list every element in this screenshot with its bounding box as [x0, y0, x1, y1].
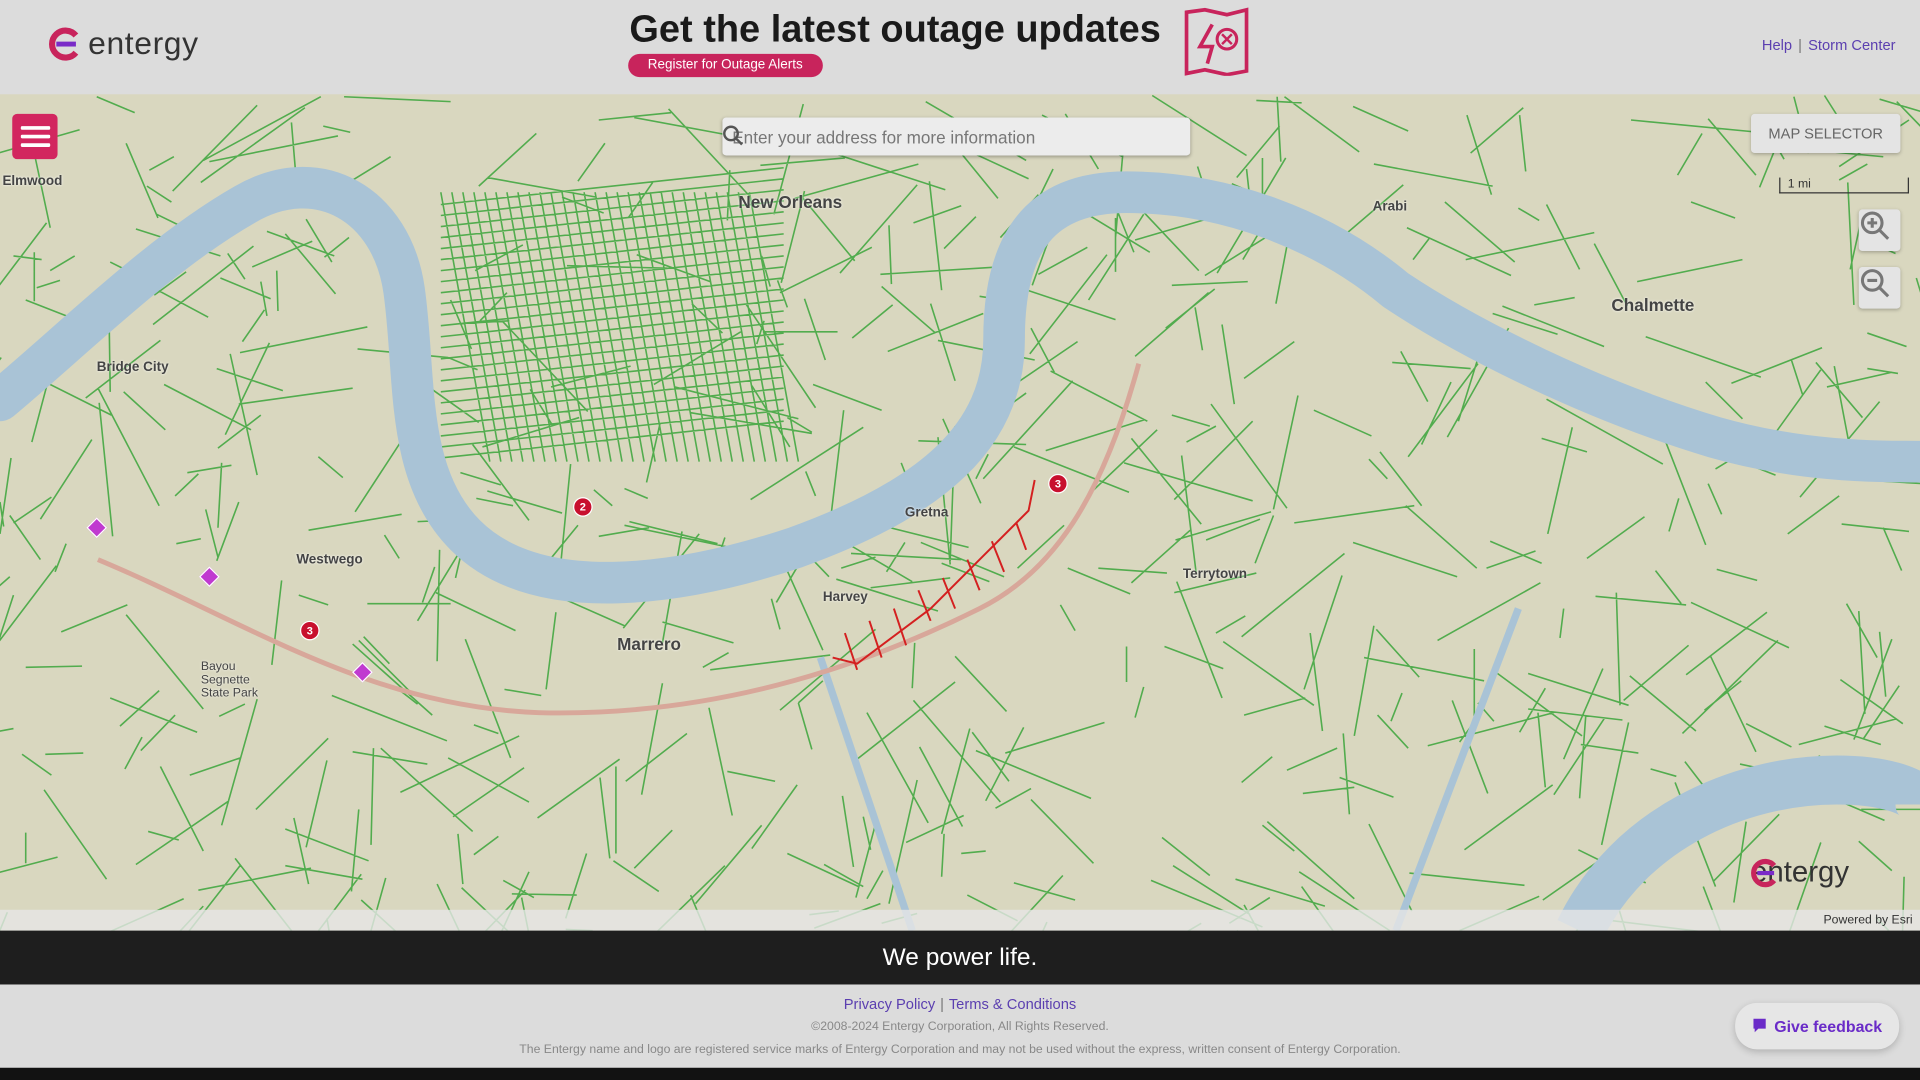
legal-notice: The Entergy name and logo are registered… [519, 1043, 1401, 1057]
place-label: Bayou Segnette State Park [200, 660, 259, 701]
place-label: Terrytown [1182, 566, 1247, 582]
copyright: ©2008-2024 Entergy Corporation, All Righ… [811, 1020, 1109, 1034]
outage-marker[interactable]: 3 [1048, 473, 1068, 494]
attribution-bar: Powered by Esri [0, 909, 1920, 931]
power-lines [0, 94, 1920, 931]
canal [816, 656, 916, 931]
page: entergy Get the latest outage updates Re… [0, 0, 1920, 1080]
outage-marker[interactable]: 3 [300, 620, 320, 641]
privacy-policy-link[interactable]: Privacy Policy [844, 996, 935, 1013]
mississippi-river [0, 167, 1920, 604]
chat-icon [1753, 1018, 1766, 1033]
entergy-mark-icon [1751, 858, 1777, 888]
place-label: Harvey [822, 590, 868, 605]
map-watermark-logo: entergy [1751, 856, 1849, 890]
address-search[interactable] [722, 117, 1191, 156]
place-label: Arabi [1372, 199, 1408, 215]
top-links: Help | Storm Center [1762, 37, 1896, 54]
entergy-mark-icon [49, 26, 79, 60]
logo-text: entergy [88, 24, 199, 62]
place-label: New Orleans [738, 192, 843, 212]
power-line-network [0, 94, 1920, 931]
header: entergy Get the latest outage updates Re… [0, 0, 1920, 95]
give-feedback-button[interactable]: Give feedback [1735, 1002, 1900, 1050]
bottom-bar [0, 1067, 1920, 1080]
zoom-in-button[interactable] [1858, 209, 1901, 252]
divider: | [1798, 36, 1803, 54]
entergy-logo[interactable]: entergy [49, 24, 199, 62]
address-search-input[interactable] [722, 117, 1147, 156]
outage-map[interactable]: New Orleans Bridge City Westwego Marrero… [0, 94, 1920, 931]
outage-alert-map-icon [1184, 7, 1249, 76]
footer: Privacy Policy | Terms & Conditions ©2008-… [0, 984, 1920, 1068]
search-icon[interactable] [722, 125, 744, 147]
place-label: Westwego [296, 552, 363, 567]
river-south [1557, 755, 1920, 931]
place-label: Bridge City [96, 360, 169, 375]
divider: | [940, 995, 944, 1013]
zoom-in-icon [1860, 211, 1890, 240]
register-outage-alerts-button[interactable]: Register for Outage Alerts [628, 53, 823, 78]
storm-center-link[interactable]: Storm Center [1808, 37, 1895, 54]
terms-link[interactable]: Terms & Conditions [949, 996, 1076, 1013]
outage-marker[interactable]: 2 [573, 497, 593, 517]
place-label: Chalmette [1611, 295, 1695, 315]
zoom-out-icon [1860, 269, 1890, 298]
map-canvas[interactable] [0, 94, 1920, 931]
feedback-label: Give feedback [1774, 1016, 1883, 1036]
banner-title: Get the latest outage updates [629, 7, 1161, 51]
place-label: Elmwood [2, 173, 63, 189]
scale-bar: 1 mi [1779, 177, 1909, 194]
place-label: Gretna [904, 505, 949, 521]
zoom-out-button[interactable] [1858, 266, 1901, 309]
help-link[interactable]: Help [1762, 37, 1792, 54]
map-selector-button[interactable]: MAP SELECTOR [1751, 113, 1901, 154]
place-label: Marrero [617, 634, 681, 654]
menu-button[interactable] [12, 113, 58, 160]
tagline: We power life. [0, 930, 1920, 985]
esri-attribution[interactable]: Powered by Esri [1823, 913, 1912, 926]
